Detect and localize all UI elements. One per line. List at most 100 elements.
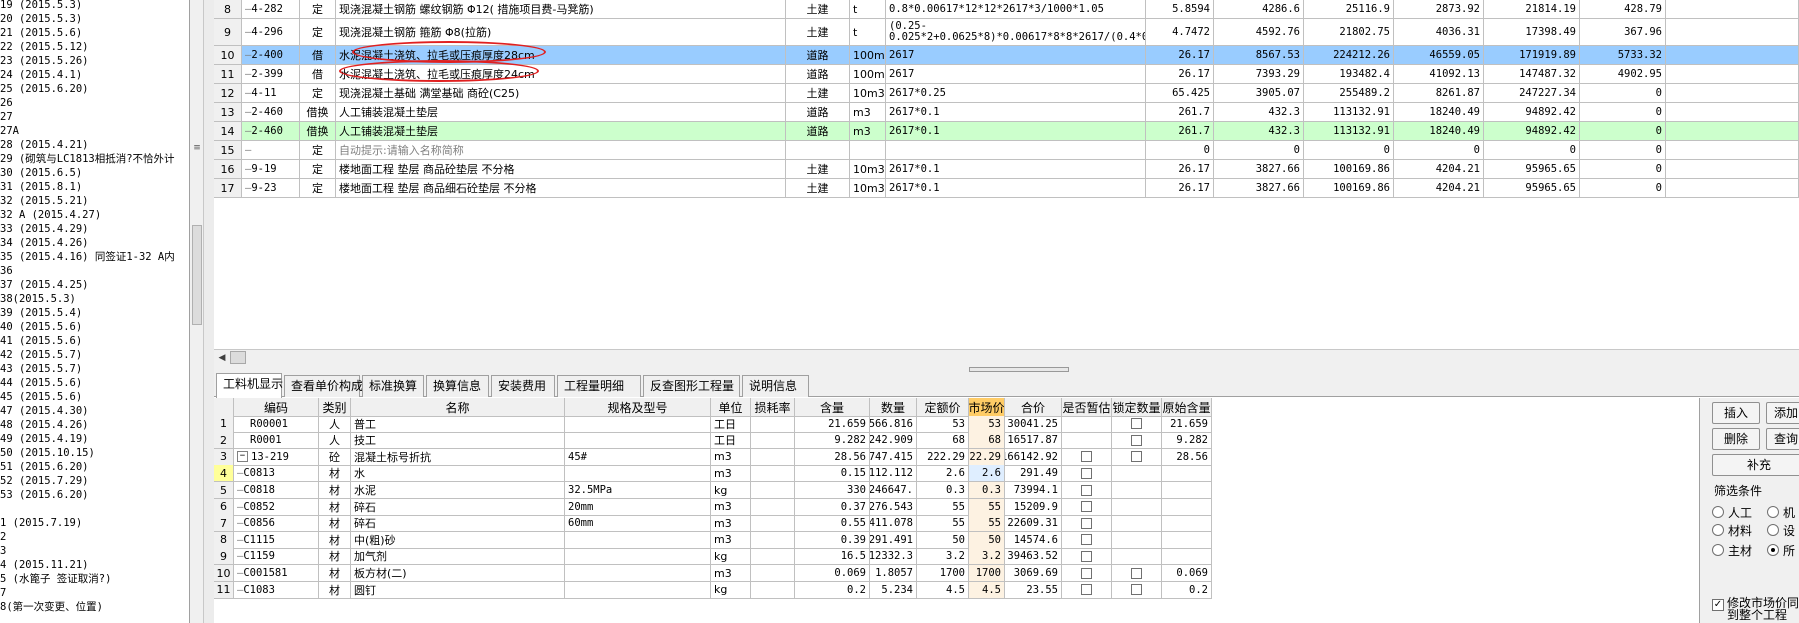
cell-no[interactable]: 10	[214, 46, 242, 65]
tree-item[interactable]: 33 (2015.4.29)	[0, 222, 89, 236]
cell-mprice[interactable]: 55	[969, 498, 1005, 516]
material-row[interactable]: 1 R00001 人普工 工日 21.659 566.816 53 53 30041.25 21.…	[214, 415, 1699, 433]
cell-mprice[interactable]: 0.3	[969, 482, 1005, 499]
tree-item[interactable]: 47 (2015.4.30)	[0, 404, 89, 418]
cell-total[interactable]: 166142.92	[1005, 448, 1062, 466]
cell-no[interactable]: 5	[214, 482, 234, 499]
cell-c2[interactable]: 95965.65	[1484, 160, 1580, 179]
header-zg[interactable]: 是否暂估	[1062, 398, 1112, 417]
cell-cat[interactable]: 材	[319, 482, 351, 499]
cell-code[interactable]: — 2-460	[242, 103, 300, 122]
tree-item[interactable]: 53 (2015.6.20)	[0, 488, 89, 502]
cell-blank[interactable]	[1666, 19, 1799, 46]
cell-spec[interactable]: 土建	[786, 84, 850, 103]
cell-c1[interactable]: 4036.31	[1394, 19, 1484, 46]
cell-unit[interactable]: t	[850, 0, 886, 19]
estimate-checkbox[interactable]	[1081, 517, 1092, 529]
cell-expr[interactable]: (0.25-0.025*2+0.0625*8)*0.00617*8*8*2617…	[886, 19, 1146, 46]
tree-item[interactable]: 52 (2015.7.29)	[0, 474, 89, 488]
cell-name[interactable]: 水泥混凝土浇筑、拉毛或压痕厚度28cm	[336, 46, 786, 65]
tree-item[interactable]: 24 (2015.4.1)	[0, 68, 82, 82]
tab-1[interactable]: 查看单价构成	[284, 375, 363, 397]
cell-mprice[interactable]: 222.29	[969, 448, 1005, 466]
cell-orig[interactable]	[1162, 498, 1212, 516]
tree-item[interactable]: 32 (2015.5.21)	[0, 194, 89, 208]
estimate-checkbox[interactable]	[1081, 550, 1092, 562]
cell-type[interactable]: 定	[300, 160, 336, 179]
cell-orig[interactable]: 9.282	[1162, 432, 1212, 450]
splitter-grip[interactable]	[969, 367, 1069, 372]
cell-type[interactable]: 借	[300, 65, 336, 84]
cell-code[interactable]: — 2-399	[242, 65, 300, 84]
cell-name[interactable]: 现浇混凝土基础 满堂基础 商砼(C25)	[336, 84, 786, 103]
tree-item[interactable]: 36	[0, 264, 13, 278]
cell-orig[interactable]	[1162, 482, 1212, 499]
cell-mprice[interactable]: 53	[969, 415, 1005, 433]
cell-c3[interactable]: 367.96	[1580, 19, 1666, 46]
tree-item[interactable]: 35 (2015.4.16) 同签证1-32 A内	[0, 250, 175, 264]
cell-expr[interactable]: 2617*0.1	[886, 103, 1146, 122]
cell-total[interactable]: 113132.91	[1304, 122, 1394, 141]
cell-zg[interactable]	[1062, 415, 1112, 433]
cell-content[interactable]: 16.5	[795, 548, 870, 566]
cell-type[interactable]: 定	[300, 141, 336, 160]
cell-orig[interactable]: 28.56	[1162, 448, 1212, 466]
header-dprice[interactable]: 定额价	[917, 398, 969, 417]
cell-total[interactable]: 100169.86	[1304, 160, 1394, 179]
cell-total[interactable]: 25116.9	[1304, 0, 1394, 19]
cell-no[interactable]: 3	[214, 448, 234, 466]
cell-content[interactable]: 0.069	[795, 565, 870, 582]
tree-item[interactable]: 28 (2015.4.21)	[0, 138, 89, 152]
cell-spec[interactable]: 道路	[786, 46, 850, 65]
cell-qty[interactable]: 411.078	[870, 515, 917, 533]
tree-vertical-scrollbar[interactable]: ≡	[190, 0, 204, 623]
cell-code[interactable]: R0001	[234, 432, 319, 450]
tree-item[interactable]: 43 (2015.5.7)	[0, 362, 82, 376]
cell-code[interactable]: — 4-296	[242, 19, 300, 46]
filter-radio-4[interactable]	[1712, 544, 1724, 556]
cell-loss[interactable]	[751, 482, 795, 499]
cell-price[interactable]: 432.3	[1214, 122, 1304, 141]
cell-dprice[interactable]: 55	[917, 498, 969, 516]
cell-unit[interactable]: m3	[711, 565, 751, 582]
cell-content[interactable]: 0.55	[795, 515, 870, 533]
cell-cat[interactable]: 材	[319, 515, 351, 533]
cell-qty[interactable]: 0	[1146, 141, 1214, 160]
cell-dprice[interactable]: 3.2	[917, 548, 969, 566]
cell-code[interactable]: — C0818	[234, 482, 319, 499]
cell-c3[interactable]: 428.79	[1580, 0, 1666, 19]
cell-c1[interactable]: 41092.13	[1394, 65, 1484, 84]
tab-4[interactable]: 安装费用	[491, 375, 555, 397]
cell-content[interactable]: 0.39	[795, 531, 870, 549]
cell-price[interactable]: 8567.53	[1214, 46, 1304, 65]
cell-name[interactable]: 混凝土标号折抗	[351, 448, 565, 466]
lock-qty-checkbox[interactable]	[1131, 567, 1142, 579]
cell-expr[interactable]: 2617*0.1	[886, 160, 1146, 179]
table-row[interactable]: 12 — 4-11 定 现浇混凝土基础 满堂基础 商砼(C25) 土建 10m3 2617*…	[214, 84, 1799, 103]
filter-radio-5[interactable]	[1767, 544, 1779, 556]
estimate-checkbox[interactable]	[1081, 467, 1092, 479]
header-cat[interactable]: 类别	[319, 398, 351, 417]
cell-price[interactable]: 4592.76	[1214, 19, 1304, 46]
header-content[interactable]: 含量	[795, 398, 870, 417]
cell-no[interactable]: 11	[214, 581, 234, 599]
cell-expr[interactable]: 2617*0.1	[886, 179, 1146, 198]
cell-price[interactable]: 7393.29	[1214, 65, 1304, 84]
cell-no[interactable]: 11	[214, 65, 242, 84]
project-tree-panel[interactable]: 19 (2015.5.3) 20 (2015.5.3) 21 (2015.5.6) 2…	[0, 0, 190, 623]
cell-no[interactable]: 9	[214, 19, 242, 46]
cell-unit[interactable]: 工日	[711, 415, 751, 433]
cell-c3[interactable]: 0	[1580, 141, 1666, 160]
cell-zg[interactable]	[1062, 565, 1112, 582]
cell-expr[interactable]: 2617*0.25	[886, 84, 1146, 103]
cell-total[interactable]: 193482.4	[1304, 65, 1394, 84]
table-row[interactable]: 9 — 4-296 定 现浇混凝土钢筋 箍筋 Φ8(拉筋) 土建 t (0.25-0.025…	[214, 19, 1799, 46]
tree-item[interactable]: 42 (2015.5.7)	[0, 348, 82, 362]
tab-7[interactable]: 说明信息	[742, 375, 809, 397]
cell-c3[interactable]: 0	[1580, 179, 1666, 198]
cell-price[interactable]: 0	[1214, 141, 1304, 160]
cell-price[interactable]: 3827.66	[1214, 179, 1304, 198]
tab-0[interactable]: 工料机显示	[216, 373, 283, 398]
cell-lock[interactable]	[1112, 531, 1162, 549]
cell-spec[interactable]: 20mm	[565, 498, 711, 516]
